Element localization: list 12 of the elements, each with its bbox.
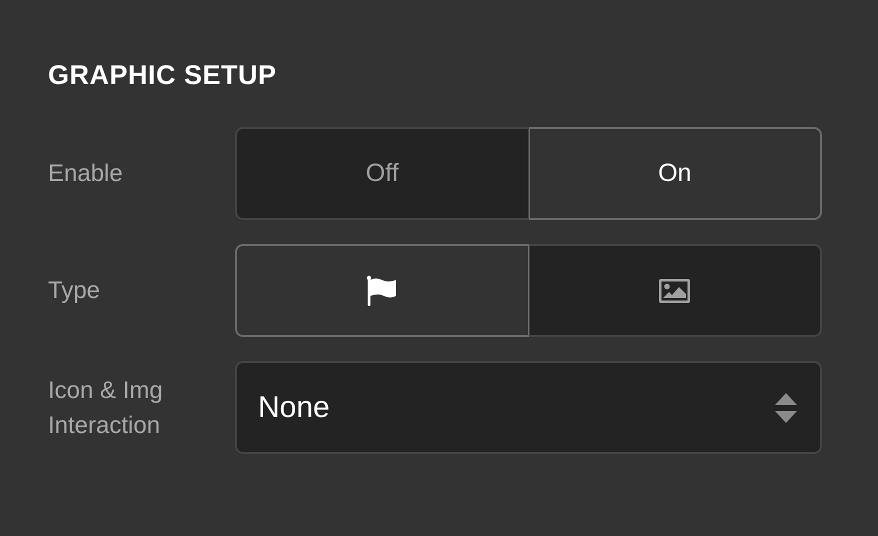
segment-button[interactable] xyxy=(235,244,528,337)
segment-button[interactable]: On xyxy=(528,127,822,220)
image-icon xyxy=(659,278,690,302)
sort-arrows-icon xyxy=(774,392,798,424)
flag-icon xyxy=(366,274,398,306)
field-label: Icon & Img Interaction xyxy=(48,376,163,438)
segment-button[interactable]: Off xyxy=(235,127,528,220)
select-dropdown[interactable]: None xyxy=(235,361,822,454)
segment-button[interactable] xyxy=(528,244,822,337)
section-title: GRAPHIC SETUP xyxy=(48,59,277,92)
field-label: Type xyxy=(48,277,100,304)
field-label: Enable xyxy=(48,160,123,187)
